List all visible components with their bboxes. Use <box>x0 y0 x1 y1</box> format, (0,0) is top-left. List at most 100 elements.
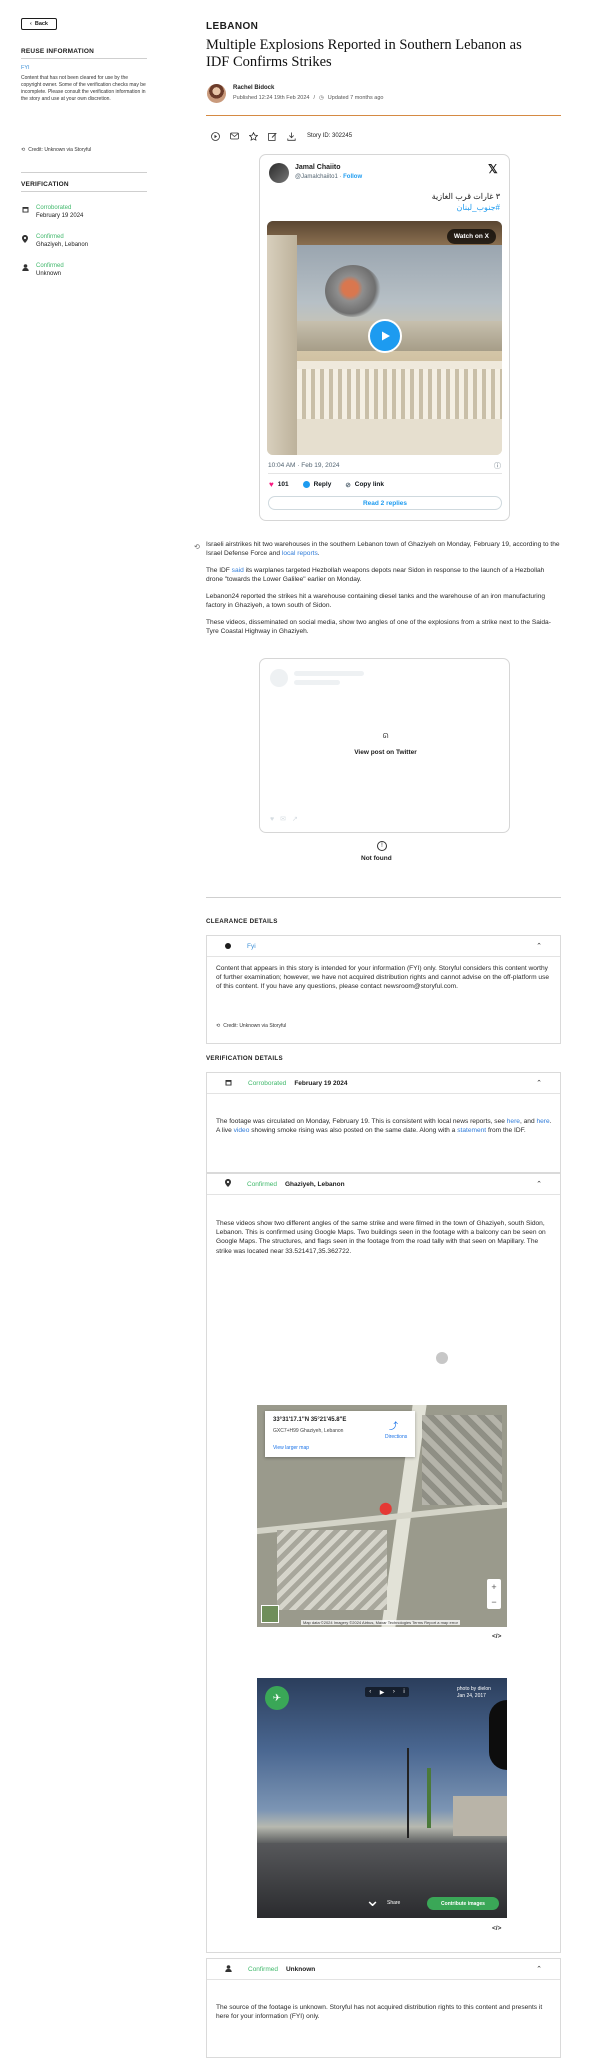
verification-status: Corroborated <box>36 205 72 211</box>
embed-code-icon[interactable]: </> <box>492 1925 501 1932</box>
tweet-actions: ♥ 101 Reply ⊘ Copy link <box>269 480 384 489</box>
paragraph-4: These videos, disseminated on social med… <box>206 619 551 636</box>
twitter-embed-placeholder[interactable]: ᘏ View post on Twitter ♥✉↗ <box>259 658 510 833</box>
author-avatar[interactable] <box>207 84 226 103</box>
share-button[interactable]: Share <box>387 1900 400 1906</box>
tweet-hashtag[interactable]: #جنوب_لبنان <box>457 203 501 212</box>
info-icon[interactable]: i <box>403 1689 404 1695</box>
paragraph-1: Israeli airstrikes hit two warehouses in… <box>206 540 561 558</box>
read-replies-button[interactable]: Read 2 replies <box>268 496 502 510</box>
here-link-1[interactable]: here <box>507 1118 520 1125</box>
credit-icon: ⟲ <box>21 147 26 153</box>
download-icon[interactable] <box>286 131 296 141</box>
paragraph-2: The IDF said its warplanes targeted Hezb… <box>206 566 561 584</box>
reply-button[interactable]: Reply <box>302 481 331 488</box>
like-button[interactable]: ♥ 101 <box>269 480 289 489</box>
directions-icon[interactable]: ⤴ <box>389 1419 398 1432</box>
play-button[interactable] <box>368 319 402 353</box>
loading-spinner-icon <box>436 1352 448 1364</box>
location-pin-icon <box>21 234 29 248</box>
paragraph-text: . <box>317 550 320 558</box>
credit-icon: ⟲ <box>216 1023 221 1029</box>
street-view-embed[interactable]: ✈ ‹ ▶ › i photo by dielon Jan 24, 2017 ⌄… <box>257 1678 507 1918</box>
tweet-avatar[interactable] <box>269 163 289 183</box>
street-view-pegman-icon[interactable]: ✈ <box>265 1686 289 1710</box>
reuse-credit: ⟲ Credit: Unknown via Storyful <box>21 147 91 153</box>
verification-item-location: Confirmed Ghazіyeh, Lebanon <box>21 234 88 248</box>
watch-on-x-button[interactable]: Watch on X <box>446 229 496 244</box>
view-post-on-twitter-link[interactable]: View post on Twitter <box>260 749 511 756</box>
play-icon[interactable] <box>210 131 220 141</box>
zoom-out-button[interactable]: − <box>491 1597 496 1607</box>
tweet-embed[interactable]: Jamal Chaiito @Jamalchaiito1 · Follow 𝕏 … <box>259 154 510 521</box>
separator: / <box>313 95 315 101</box>
embed-code-icon[interactable]: </> <box>492 1633 501 1640</box>
divider <box>21 191 147 192</box>
quote-icon: ⟲ <box>194 544 200 551</box>
verification-status: Confirmed <box>36 234 64 240</box>
panel-text: from the IDF. <box>486 1127 526 1135</box>
source-panel-header[interactable]: Confirmed Unknown ⌃ <box>207 1959 560 1980</box>
map-pin-icon[interactable]: ⬤ <box>379 1501 392 1515</box>
back-button[interactable]: ‹ Back <box>21 18 57 30</box>
navigate-chevron-icon[interactable]: ⌄ <box>365 1890 380 1911</box>
next-icon[interactable]: › <box>393 1689 395 1695</box>
zoom-in-button[interactable]: + <box>491 1582 496 1592</box>
like-count: 101 <box>277 481 289 488</box>
map-coordinates: 33°31'17.1"N 35°21'45.8"E <box>273 1417 347 1423</box>
idf-said-link[interactable]: said <box>232 567 244 574</box>
tweet-text: ٣ غارات قرب الغازية <box>431 192 500 201</box>
location-pin-icon <box>225 1179 231 1189</box>
chevron-up-icon[interactable]: ⌃ <box>536 1180 542 1188</box>
here-link-2[interactable]: here <box>536 1118 549 1125</box>
roadside-building <box>453 1796 507 1836</box>
prev-icon[interactable]: ‹ <box>369 1689 371 1695</box>
email-icon[interactable] <box>229 131 239 141</box>
reuse-information-title: REUSE INFORMATION <box>21 48 94 55</box>
tweet-author-name[interactable]: Jamal Chaiito <box>295 164 341 171</box>
person-icon <box>21 263 29 277</box>
copy-link-button[interactable]: ⊘ Copy link <box>345 481 384 489</box>
divider <box>268 473 502 474</box>
chevron-left-icon: ‹ <box>30 21 32 27</box>
clearance-credit: ⟲ Credit: Unknown via Storyful <box>216 1023 286 1029</box>
follow-button[interactable]: Follow <box>343 174 362 180</box>
directions-link[interactable]: Directions <box>385 1434 407 1440</box>
google-map-embed[interactable]: ⬤ 33°31'17.1"N 35°21'45.8"E GXC7+H99 Gha… <box>257 1405 507 1627</box>
view-larger-map-link[interactable]: View larger map <box>273 1445 309 1451</box>
date-value: February 19 2024 <box>294 1079 348 1087</box>
play-icon[interactable]: ▶ <box>380 1689 385 1696</box>
local-reports-link[interactable]: local reports <box>282 550 318 557</box>
panel-text: showing smoke rising was also posted on … <box>249 1127 458 1135</box>
calendar-icon <box>21 205 29 219</box>
tweet-timestamp[interactable]: 10:04 AM · Feb 19, 2024 <box>268 462 340 469</box>
clearance-text: Content that appears in this story is in… <box>216 965 550 991</box>
author-name[interactable]: Rachel Bidock <box>233 85 274 91</box>
story-id: Story ID: 302245 <box>307 133 353 139</box>
contribute-images-button[interactable]: Contribute images <box>427 1897 499 1910</box>
tweet-handle-text[interactable]: @Jamalchaiito1 <box>295 174 338 180</box>
smoke-plume <box>325 265 381 317</box>
tweet-video[interactable]: Watch on X <box>267 221 502 455</box>
clearance-panel-header[interactable]: Fyi ⌃ <box>207 936 560 957</box>
chevron-up-icon[interactable]: ⌃ <box>536 942 542 950</box>
map-layer-thumbnail[interactable] <box>261 1605 279 1623</box>
chevron-up-icon[interactable]: ⌃ <box>536 1079 542 1087</box>
statement-link[interactable]: statement <box>457 1127 486 1134</box>
star-icon[interactable] <box>248 131 258 141</box>
date-panel-header[interactable]: Corroborated February 19 2024 ⌃ <box>207 1073 560 1094</box>
x-logo-icon[interactable]: 𝕏 <box>488 162 498 176</box>
reply-icon <box>302 481 310 488</box>
tweet-handle: @Jamalchaiito1 · Follow <box>295 174 363 180</box>
fyi-label: FYI <box>21 65 30 71</box>
info-icon[interactable]: ⓘ <box>494 461 501 471</box>
skeleton-actions-icon: ♥✉↗ <box>270 816 304 823</box>
video-link[interactable]: video <box>234 1127 250 1134</box>
edit-icon[interactable] <box>267 131 277 141</box>
verification-value: February 19 2024 <box>36 213 84 219</box>
chevron-up-icon[interactable]: ⌃ <box>536 1965 542 1973</box>
location-panel-header[interactable]: Confirmed Ghazіyeh, Lebanon ⌃ <box>207 1174 560 1195</box>
paragraph-3: Lebanon24 reported the strikes hit a war… <box>206 593 546 610</box>
curtain-left <box>267 235 297 455</box>
not-found-label: Not found <box>361 855 392 862</box>
